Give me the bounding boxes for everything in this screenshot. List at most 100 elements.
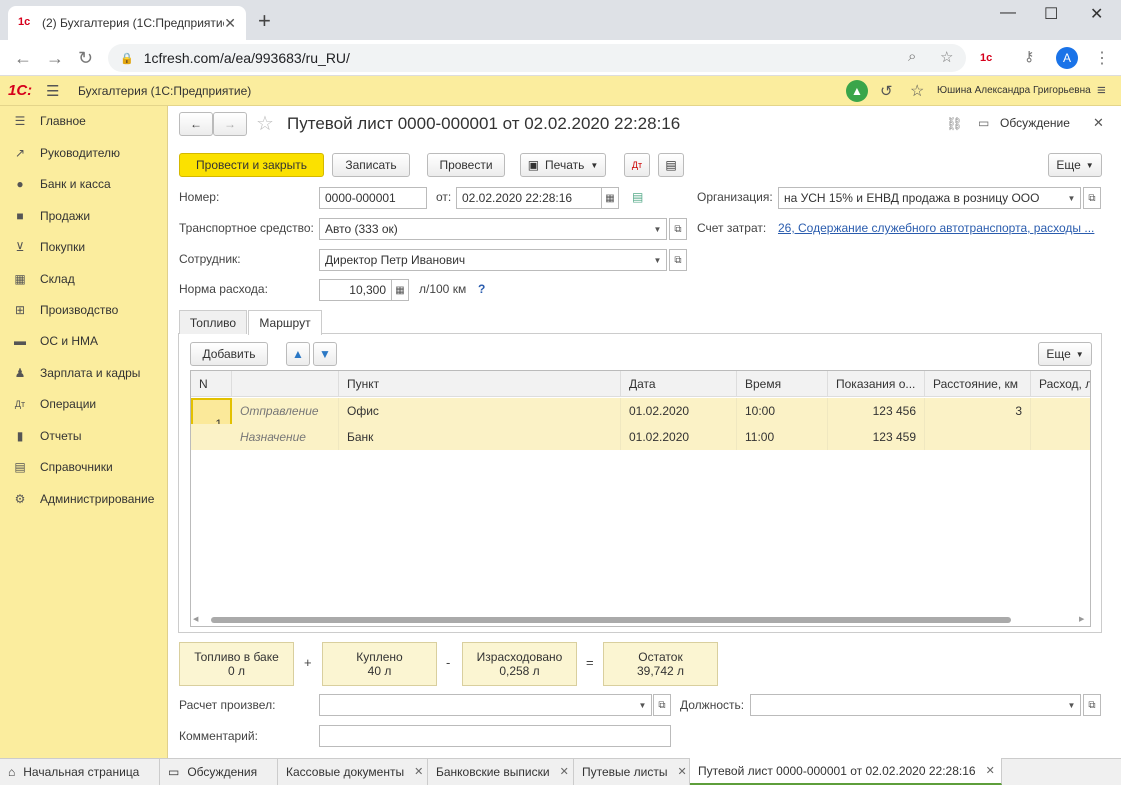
back-button[interactable]: ←: [179, 112, 213, 136]
number-field[interactable]: 0000-000001: [319, 187, 427, 209]
consumption[interactable]: [1031, 398, 1090, 424]
sidebar-item-purchases[interactable]: ⊻ Покупки: [0, 235, 168, 259]
add-row-button[interactable]: Добавить: [190, 342, 268, 366]
point-time[interactable]: 10:00: [737, 398, 828, 424]
dt-kt-button[interactable]: Дт: [624, 153, 650, 177]
point-name[interactable]: Офис: [339, 398, 621, 424]
table-row[interactable]: 1 Отправление Офис 01.02.2020 10:00 123 …: [191, 398, 1090, 450]
distance[interactable]: 3: [925, 398, 1031, 424]
app-menu-icon[interactable]: ≡: [1097, 82, 1106, 99]
column-header[interactable]: Пункт: [339, 371, 621, 397]
chevron-down-icon[interactable]: ▼: [634, 694, 652, 716]
scroll-left-icon[interactable]: ◀: [193, 615, 198, 623]
favorites-star-icon[interactable]: ☆: [910, 81, 924, 101]
calculator-icon[interactable]: ▦: [391, 279, 409, 301]
cost-account-link[interactable]: 26, Содержание служебного автотранспорта…: [778, 221, 1098, 235]
url-box[interactable]: 🔒 1cfresh.com/a/ea/993683/ru_RU/: [108, 44, 966, 72]
position-field[interactable]: [750, 694, 1064, 716]
1c-extension-icon[interactable]: 1c: [980, 52, 992, 64]
open-vehicle-icon[interactable]: ⧉: [669, 218, 687, 240]
sidebar-item-assets[interactable]: ▬ ОС и НМА: [0, 329, 168, 353]
notifications-bell-icon[interactable]: ▲: [846, 80, 868, 102]
column-header[interactable]: Время: [737, 371, 828, 397]
chevron-down-icon[interactable]: ▼: [649, 218, 667, 240]
move-up-button[interactable]: ▲: [286, 342, 310, 366]
post-and-close-button[interactable]: Провести и закрыть: [179, 153, 324, 177]
tab-fuel[interactable]: Топливо: [179, 310, 247, 334]
norm-field[interactable]: 10,300: [319, 279, 392, 301]
sidebar-item-directories[interactable]: ▤ Справочники: [0, 455, 168, 479]
bookmark-star-icon[interactable]: ☆: [940, 48, 953, 66]
favorite-star-icon[interactable]: ☆: [256, 111, 274, 136]
comment-field[interactable]: [319, 725, 671, 747]
sidebar-item-manager[interactable]: ↗ Руководителю: [0, 141, 168, 165]
new-tab-icon[interactable]: +: [258, 8, 271, 34]
minimize-icon[interactable]: —: [1000, 4, 1016, 22]
date-settings-icon[interactable]: ▤: [632, 190, 643, 204]
discussion-button[interactable]: Обсуждение: [1000, 116, 1070, 130]
maximize-icon[interactable]: ☐: [1044, 4, 1058, 24]
zoom-icon[interactable]: ⌕: [908, 48, 916, 65]
back-icon[interactable]: ←: [14, 48, 32, 69]
post-button[interactable]: Провести: [427, 153, 505, 177]
structure-button[interactable]: ▤: [658, 153, 684, 177]
date-field[interactable]: 02.02.2020 22:28:16: [456, 187, 602, 209]
window-tab-home[interactable]: ⌂ Начальная страница: [0, 758, 160, 785]
horizontal-scrollbar[interactable]: [211, 617, 1011, 623]
open-calculated-by-icon[interactable]: ⧉: [653, 694, 671, 716]
sidebar-item-main[interactable]: ☰ Главное: [0, 109, 168, 133]
consumption[interactable]: [1031, 424, 1090, 450]
window-tab-current-waybill[interactable]: Путевой лист 0000-000001 от 02.02.2020 2…: [690, 758, 1002, 785]
close-window-icon[interactable]: ✕: [1090, 4, 1103, 24]
sidebar-item-operations[interactable]: Дт Операции: [0, 392, 168, 416]
employee-field[interactable]: Директор Петр Иванович: [319, 249, 650, 271]
organization-field[interactable]: на УСН 15% и ЕНВД продажа в розницу ООО: [778, 187, 1064, 209]
forward-button[interactable]: →: [213, 112, 247, 136]
window-tab-waybills[interactable]: Путевые листы ✕: [574, 758, 690, 785]
sidebar-item-production[interactable]: ⊞ Производство: [0, 298, 168, 322]
sidebar-item-bank[interactable]: ● Банк и касса: [0, 172, 168, 196]
close-icon[interactable]: ✕: [986, 764, 995, 777]
window-tab-bank-statements[interactable]: Банковские выписки ✕: [428, 758, 574, 785]
point-time[interactable]: 11:00: [737, 424, 828, 450]
more-button[interactable]: Еще ▼: [1048, 153, 1102, 177]
window-tab-discussions[interactable]: ▭ Обсуждения: [160, 758, 278, 785]
print-button[interactable]: ▣ Печать ▼: [520, 153, 606, 177]
save-button[interactable]: Записать: [332, 153, 410, 177]
current-user[interactable]: Юшина Александра Григорьевна: [937, 85, 1091, 96]
close-icon[interactable]: ✕: [678, 765, 687, 778]
column-header[interactable]: Показания о...: [828, 371, 925, 397]
window-tab-cash-docs[interactable]: Кассовые документы ✕: [278, 758, 428, 785]
chevron-down-icon[interactable]: ▼: [649, 249, 667, 271]
browser-menu-icon[interactable]: ⋮: [1094, 48, 1110, 68]
sidebar-item-warehouse[interactable]: ▦ Склад: [0, 267, 168, 291]
odometer-reading[interactable]: 123 459: [828, 424, 925, 450]
sidebar-item-salary[interactable]: ♟ Зарплата и кадры: [0, 361, 168, 385]
column-header[interactable]: Расстояние, км: [925, 371, 1031, 397]
calendar-icon[interactable]: ▦: [601, 187, 619, 209]
close-tab-icon[interactable]: ✕: [224, 15, 236, 32]
route-more-button[interactable]: Еще ▼: [1038, 342, 1092, 366]
browser-tab[interactable]: 1c (2) Бухгалтерия (1С:Предприятие) ✕: [8, 6, 246, 40]
sidebar-item-admin[interactable]: ⚙ Администрирование: [0, 487, 168, 511]
close-icon[interactable]: ✕: [414, 765, 423, 778]
column-header[interactable]: Расход, л: [1031, 371, 1090, 397]
point-date[interactable]: 01.02.2020: [621, 424, 737, 450]
forward-icon[interactable]: →: [46, 48, 64, 69]
move-down-button[interactable]: ▼: [313, 342, 337, 366]
history-icon[interactable]: ↺: [880, 82, 893, 100]
column-header[interactable]: Дата: [621, 371, 737, 397]
point-name[interactable]: Банк: [339, 424, 621, 450]
distance[interactable]: [925, 424, 1031, 450]
column-header[interactable]: N: [191, 371, 232, 397]
close-icon[interactable]: ✕: [560, 765, 569, 778]
table-row[interactable]: Назначение Банк 01.02.2020 11:00 123 459: [191, 424, 1090, 450]
open-employee-icon[interactable]: ⧉: [669, 249, 687, 271]
calculated-by-field[interactable]: [319, 694, 635, 716]
chevron-down-icon[interactable]: ▼: [1063, 187, 1081, 209]
tab-route[interactable]: Маршрут: [248, 310, 322, 335]
link-icon[interactable]: ⛓: [946, 116, 963, 132]
odometer-reading[interactable]: 123 456: [828, 398, 925, 424]
column-header[interactable]: [232, 371, 339, 397]
help-icon[interactable]: ?: [478, 282, 485, 296]
